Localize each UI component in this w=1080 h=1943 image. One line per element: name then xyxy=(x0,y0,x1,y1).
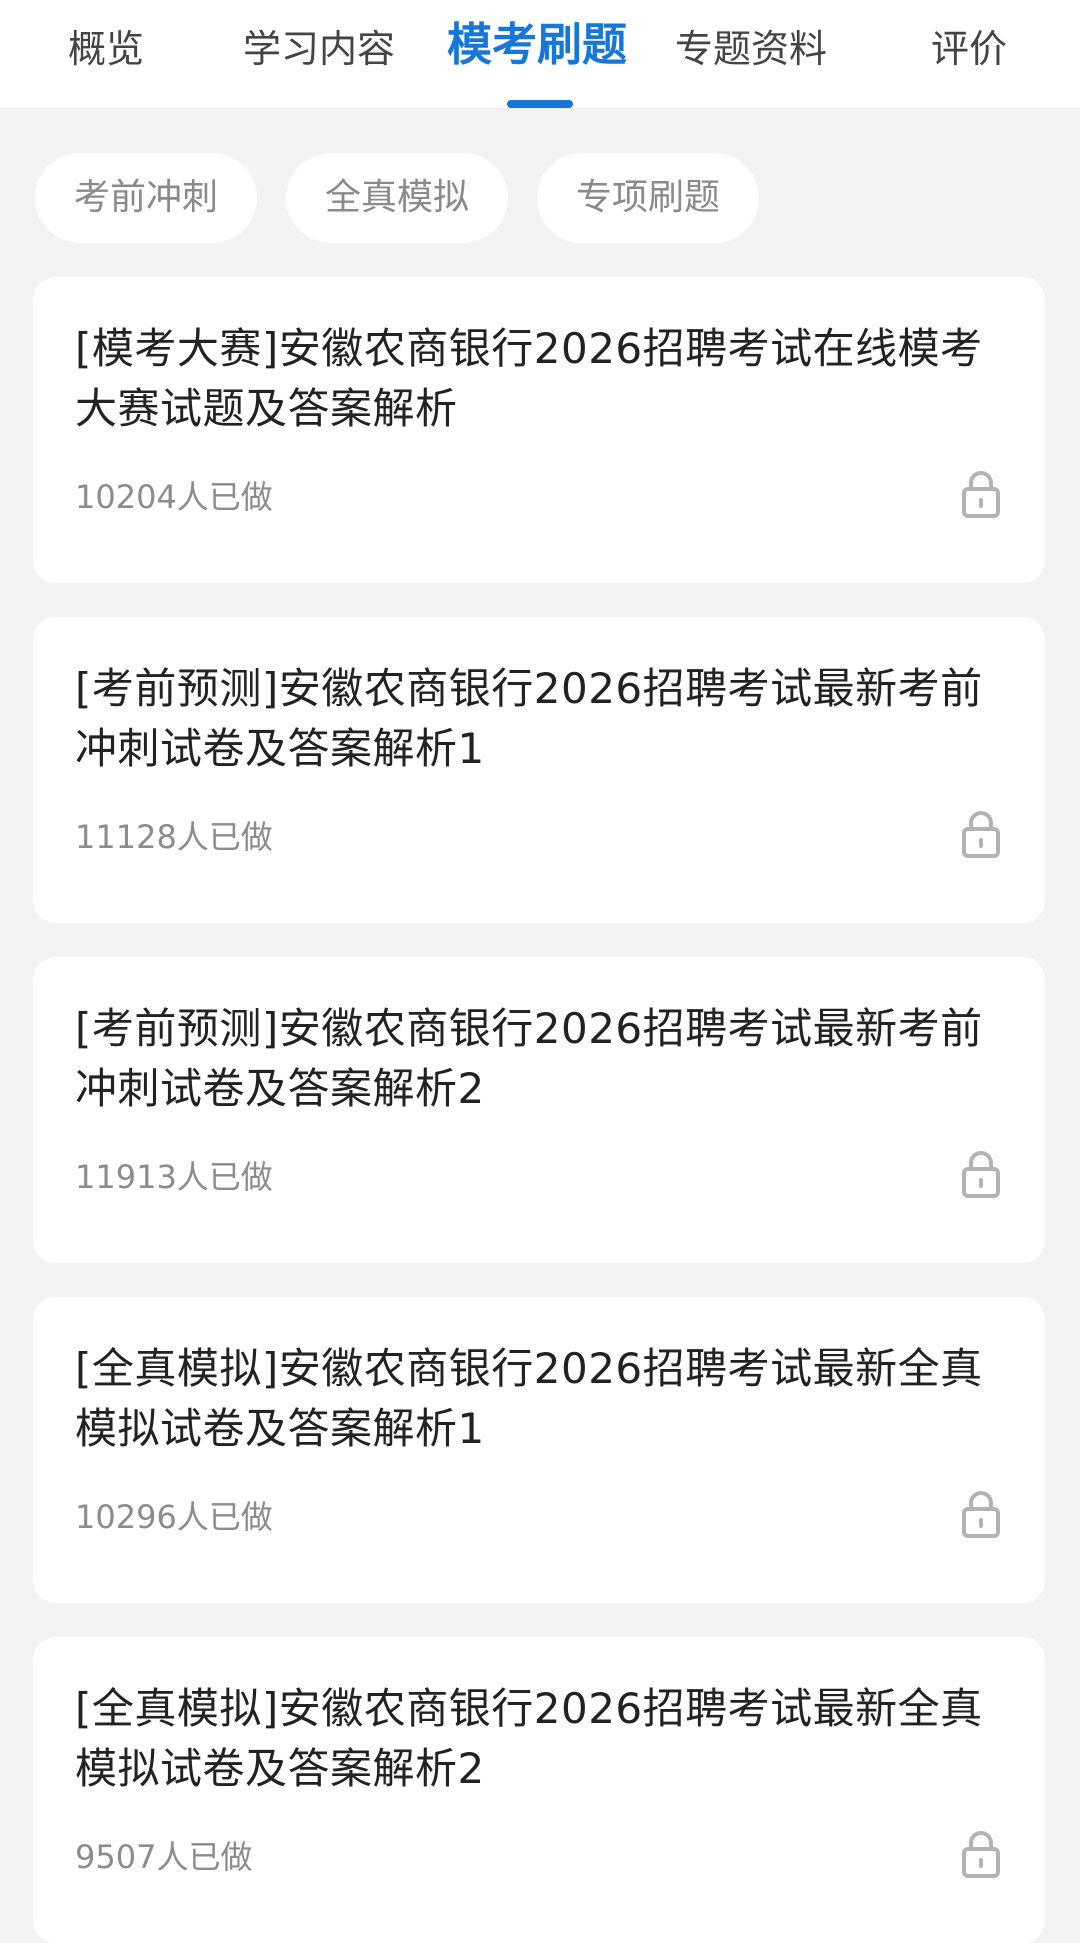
lock-icon xyxy=(962,811,1000,858)
exam-card-title: [考前预测]安徽农商银行2026招聘考试最新考前冲刺试卷及答案解析2 xyxy=(75,1004,983,1113)
filter-chip-pre-exam-sprint[interactable]: 考前冲刺 xyxy=(35,153,257,243)
tab-reviews[interactable]: 评价 xyxy=(931,22,1007,76)
exam-card-title: [全真模拟]安徽农商银行2026招聘考试最新全真模拟试卷及答案解析2 xyxy=(75,1684,983,1793)
exam-card[interactable]: [模考大赛]安徽农商银行2026招聘考试在线模考大赛试题及答案解析 10204人… xyxy=(33,277,1045,583)
exam-card-count: 9507人已做 xyxy=(75,1838,253,1876)
tab-special-materials[interactable]: 专题资料 xyxy=(675,22,827,76)
filter-chip-full-simulation[interactable]: 全真模拟 xyxy=(286,153,508,243)
exam-card-title: [考前预测]安徽农商银行2026招聘考试最新考前冲刺试卷及答案解析1 xyxy=(75,664,983,773)
filter-chip-special-practice[interactable]: 专项刷题 xyxy=(537,153,759,243)
active-tab-indicator xyxy=(507,100,573,108)
lock-icon xyxy=(962,1491,1000,1538)
tab-mock-exams[interactable]: 模考刷题 xyxy=(447,18,627,72)
exam-card-count: 11128人已做 xyxy=(75,818,273,856)
exam-card[interactable]: [全真模拟]安徽农商银行2026招聘考试最新全真模拟试卷及答案解析2 9507人… xyxy=(33,1637,1045,1943)
exam-card-count: 10204人已做 xyxy=(75,478,273,516)
exam-card-title: [模考大赛]安徽农商银行2026招聘考试在线模考大赛试题及答案解析 xyxy=(75,324,983,433)
tab-learning-content[interactable]: 学习内容 xyxy=(243,22,395,76)
top-tab-bar: 概览 学习内容 模考刷题 专题资料 评价 xyxy=(0,0,1080,109)
tab-overview[interactable]: 概览 xyxy=(68,22,144,76)
exam-card-count: 10296人已做 xyxy=(75,1498,273,1536)
lock-icon xyxy=(962,1151,1000,1198)
exam-card[interactable]: [考前预测]安徽农商银行2026招聘考试最新考前冲刺试卷及答案解析1 11128… xyxy=(33,617,1045,923)
exam-card-count: 11913人已做 xyxy=(75,1158,273,1196)
exam-card-title: [全真模拟]安徽农商银行2026招聘考试最新全真模拟试卷及答案解析1 xyxy=(75,1344,983,1453)
exam-card[interactable]: [考前预测]安徽农商银行2026招聘考试最新考前冲刺试卷及答案解析2 11913… xyxy=(33,957,1045,1263)
lock-icon xyxy=(962,471,1000,518)
lock-icon xyxy=(962,1831,1000,1878)
exam-card[interactable]: [全真模拟]安徽农商银行2026招聘考试最新全真模拟试卷及答案解析1 10296… xyxy=(33,1297,1045,1603)
